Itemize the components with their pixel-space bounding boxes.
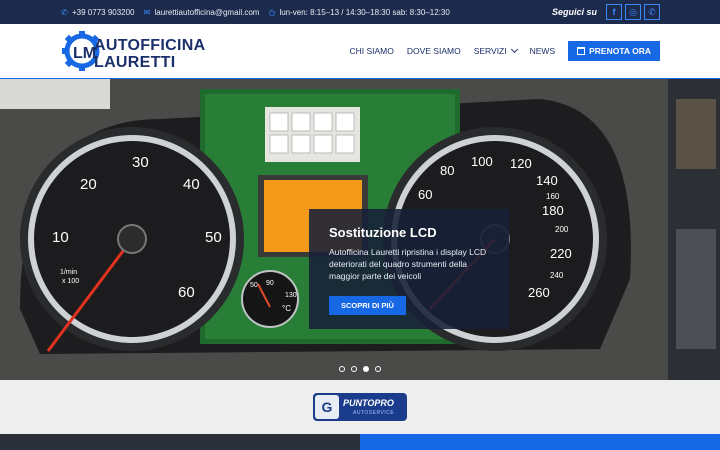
partner-name: PUNTOPRO: [343, 398, 394, 408]
book-now-button[interactable]: PRENOTA ORA: [568, 41, 660, 61]
slider-dot-2[interactable]: [351, 366, 357, 372]
opening-hours: ◷ lun-ven: 8:15–13 / 14:30–18:30 sab: 8:…: [267, 8, 449, 17]
slider-dots: [339, 366, 381, 372]
tach-unit-2: x 100: [62, 278, 79, 285]
tach-label-60: 60: [178, 284, 195, 301]
speed-label-120: 120: [510, 156, 532, 171]
email-link[interactable]: ✉ laurettiautofficina@gmail.com: [143, 8, 260, 17]
nav-servizi-label: SERVIZI: [473, 46, 507, 56]
partner-sub: AUTOSERVICE: [353, 410, 395, 416]
slider-dot-3[interactable]: [363, 366, 369, 372]
facebook-icon[interactable]: f: [606, 4, 622, 20]
instagram-icon[interactable]: ◎: [625, 4, 641, 20]
slider-dot-4[interactable]: [375, 366, 381, 372]
partner-strip: G PUNTOPRO AUTOSERVICE: [0, 380, 720, 434]
tach-label-50: 50: [205, 229, 222, 246]
speed-label-160: 160: [546, 192, 560, 201]
svg-text:LM: LM: [73, 45, 96, 62]
tach-label-20: 20: [80, 176, 97, 193]
speed-label-260: 260: [528, 285, 550, 300]
temp-label-unit: °C: [282, 304, 291, 313]
follow-label: Seguici su: [551, 7, 597, 17]
nav-news[interactable]: NEWS: [530, 46, 556, 56]
discover-more-button[interactable]: SCOPRI DI PIÙ: [329, 296, 406, 315]
site-header: LM AUTOFFICINA LAURETTI CHI SIAMO DOVE S…: [0, 24, 720, 78]
nav-servizi[interactable]: SERVIZI: [473, 45, 518, 56]
speed-label-60: 60: [418, 187, 432, 202]
left-gauge: 10 20 30 40 50 60 1/min x 100: [20, 127, 244, 352]
brand-line-2: LAURETTI: [94, 54, 176, 71]
clock-icon: ◷: [268, 7, 276, 17]
phone-link[interactable]: ✆ +39 0773 903200: [60, 7, 135, 17]
hero-slider: 50 90 130 °C 10 20 30 40 50 60 1/min x 1…: [0, 79, 720, 380]
nav-chi-siamo[interactable]: CHI SIAMO: [349, 46, 393, 56]
tach-unit: 1/min: [60, 269, 77, 276]
partner-badge: G: [315, 395, 339, 419]
tach-label-40: 40: [183, 176, 200, 193]
bottom-section-image: [0, 434, 360, 450]
speed-label-140: 140: [536, 173, 558, 188]
slide-caption: Sostituzione LCD Autofficina Lauretti ri…: [309, 209, 509, 329]
nav-dove-siamo[interactable]: DOVE SIAMO: [407, 46, 461, 56]
puntopro-logo[interactable]: G PUNTOPRO AUTOSERVICE: [313, 393, 407, 421]
bottom-section-panel: [360, 434, 720, 450]
chevron-down-icon: [510, 45, 518, 54]
email-text: laurettiautofficina@gmail.com: [154, 7, 260, 17]
slide-text: Autofficina Lauretti ripristina i displa…: [329, 247, 487, 281]
brand-line-1: AUTOFFICINA: [94, 37, 206, 54]
slide-title: Sostituzione LCD: [329, 225, 437, 240]
slider-dot-1[interactable]: [339, 366, 345, 372]
envelope-icon: ✉: [143, 7, 151, 17]
book-now-label: PRENOTA ORA: [589, 46, 651, 56]
speed-label-80: 80: [440, 163, 454, 178]
top-bar: ✆ +39 0773 903200 ✉ laurettiautofficina@…: [0, 0, 720, 24]
speed-label-240: 240: [550, 271, 564, 280]
speed-label-180: 180: [542, 203, 564, 218]
phone-icon: ✆: [61, 7, 68, 17]
social-links: Seguici su f ◎ ✆: [552, 0, 660, 24]
tach-label-10: 10: [52, 229, 69, 246]
tach-label-30: 30: [132, 154, 149, 171]
temp-label-130: 130: [285, 292, 297, 299]
temp-label-50: 50: [250, 282, 258, 289]
site-logo[interactable]: LM AUTOFFICINA LAURETTI: [60, 28, 205, 74]
speed-label-200: 200: [555, 225, 569, 234]
calendar-icon: [577, 47, 586, 55]
phone-text: +39 0773 903200: [72, 7, 135, 17]
hours-text: lun-ven: 8:15–13 / 14:30–18:30 sab: 8:30…: [279, 7, 450, 17]
speed-label-220: 220: [550, 246, 572, 261]
contact-info: ✆ +39 0773 903200 ✉ laurettiautofficina@…: [60, 0, 450, 24]
whatsapp-icon[interactable]: ✆: [644, 4, 660, 20]
temp-label-90: 90: [266, 280, 274, 287]
main-nav: CHI SIAMO DOVE SIAMO SERVIZI NEWS PRENOT…: [349, 24, 660, 78]
speed-label-100: 100: [471, 154, 493, 169]
